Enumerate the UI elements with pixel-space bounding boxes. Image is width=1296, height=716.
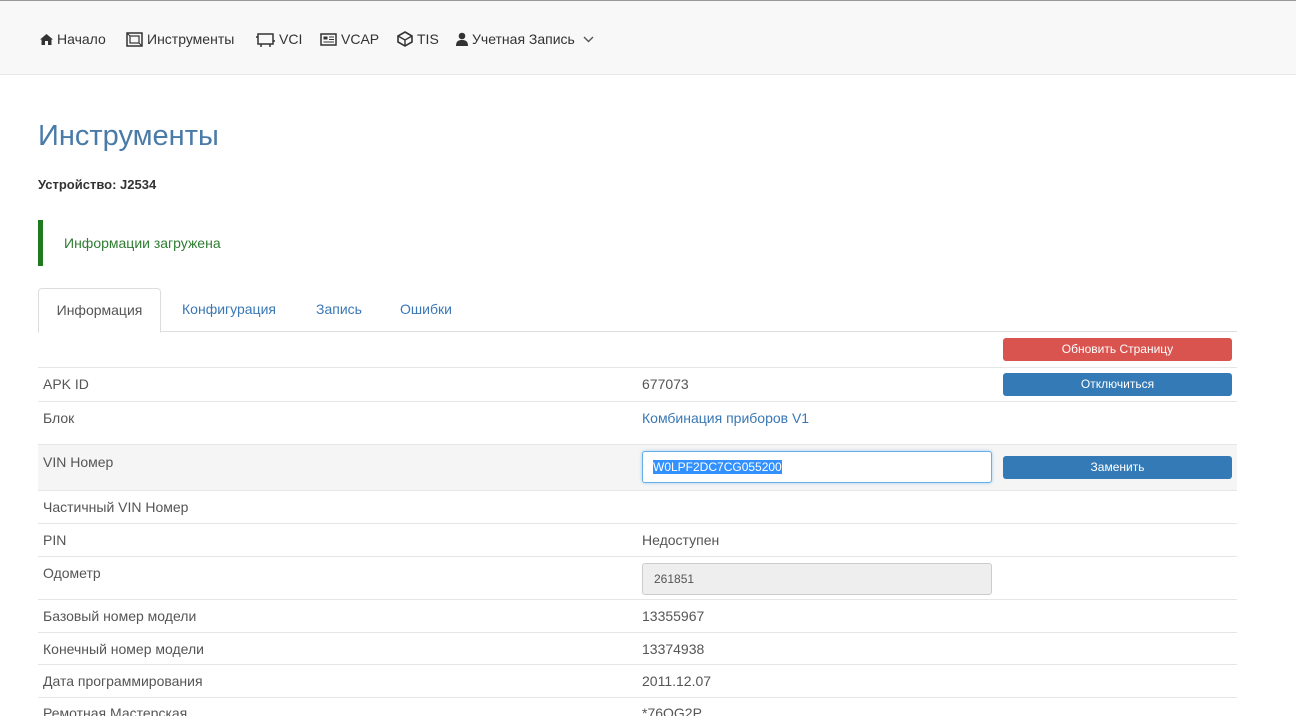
odometer-field: 261851 bbox=[642, 563, 992, 595]
table-row: Дата программирования 2011.12.07 bbox=[38, 664, 1237, 697]
alert-text: Информации загружена bbox=[64, 235, 221, 251]
table-row: Блок Комбинация приборов V1 bbox=[38, 401, 1237, 444]
end-model-label: Конечный номер модели bbox=[43, 641, 204, 657]
prog-date-label: Дата программирования bbox=[43, 673, 203, 689]
workshop-value: *76QG2P bbox=[642, 705, 702, 716]
end-model-value: 13374938 bbox=[642, 641, 705, 657]
vin-input[interactable]: W0LPF2DC7CG055200 bbox=[642, 451, 992, 483]
table-row: Ремотная Мастерская *76QG2P bbox=[38, 697, 1237, 716]
refresh-page-button[interactable]: Обновить Страницу bbox=[1003, 338, 1232, 361]
pin-label: PIN bbox=[43, 532, 67, 548]
table-row: Одометр 261851 bbox=[38, 556, 1237, 599]
success-alert: Информации загружена bbox=[38, 220, 318, 266]
home-icon bbox=[40, 33, 53, 45]
nav-vcap[interactable]: VCAP bbox=[320, 30, 379, 48]
tools-icon bbox=[126, 31, 143, 47]
vin-input-value: W0LPF2DC7CG055200 bbox=[653, 460, 782, 474]
replace-vin-button[interactable]: Заменить bbox=[1003, 456, 1232, 479]
pin-value: Недоступен bbox=[642, 532, 720, 548]
nav-home-label: Начало bbox=[57, 31, 106, 47]
nav-tools-label: Инструменты bbox=[147, 31, 235, 47]
nav-account-label: Учетная Запись bbox=[472, 31, 575, 47]
partial-vin-label: Частичный VIN Номер bbox=[43, 499, 189, 515]
tab-config[interactable]: Конфигурация bbox=[170, 288, 288, 332]
nav-tools[interactable]: Инструменты bbox=[126, 30, 234, 48]
table-row-actions: Обновить Страницу bbox=[38, 332, 1237, 367]
table-row: Конечный номер модели 13374938 bbox=[38, 632, 1237, 664]
top-navbar: Начало Инструменты VCI VCAP TIS Учетная … bbox=[0, 0, 1296, 75]
odometer-label: Одометр bbox=[43, 565, 101, 581]
vci-icon bbox=[256, 32, 275, 47]
workshop-label: Ремотная Мастерская bbox=[43, 705, 188, 716]
nav-vci-label: VCI bbox=[279, 31, 303, 47]
page-title: Инструменты bbox=[38, 120, 219, 152]
tab-errors[interactable]: Ошибки bbox=[388, 288, 464, 332]
tab-record[interactable]: Запись bbox=[304, 288, 374, 332]
nav-vcap-label: VCAP bbox=[341, 31, 380, 47]
vin-label: VIN Номер bbox=[43, 454, 114, 470]
apk-id-label: APK ID bbox=[43, 376, 89, 392]
nav-tis[interactable]: TIS bbox=[397, 30, 439, 48]
chevron-down-icon bbox=[583, 36, 594, 42]
base-model-label: Базовый номер модели bbox=[43, 608, 197, 624]
nav-vci[interactable]: VCI bbox=[256, 30, 302, 48]
cube-icon bbox=[397, 31, 413, 47]
apk-id-value: 677073 bbox=[642, 376, 689, 392]
block-label: Блок bbox=[43, 410, 75, 426]
nav-tis-label: TIS bbox=[417, 31, 439, 47]
user-icon bbox=[456, 32, 468, 46]
table-row: Базовый номер модели 13355967 bbox=[38, 599, 1237, 632]
device-label: Устройство: J2534 bbox=[38, 177, 157, 192]
vcap-icon bbox=[320, 32, 337, 46]
prog-date-value: 2011.12.07 bbox=[642, 673, 712, 689]
tab-info[interactable]: Информация bbox=[38, 288, 161, 333]
disconnect-button[interactable]: Отключиться bbox=[1003, 373, 1232, 396]
base-model-value: 13355967 bbox=[642, 608, 705, 624]
nav-account-dropdown[interactable]: Учетная Запись bbox=[456, 30, 598, 48]
nav-home[interactable]: Начало bbox=[40, 30, 106, 48]
table-row: APK ID 677073 Отключиться bbox=[38, 367, 1237, 401]
table-row-vin: VIN Номер W0LPF2DC7CG055200 Заменить bbox=[38, 444, 1237, 490]
table-row: Частичный VIN Номер bbox=[38, 490, 1237, 523]
table-row: PIN Недоступен bbox=[38, 523, 1237, 556]
tabs-bar: Информация Конфигурация Запись Ошибки bbox=[38, 288, 1237, 333]
block-value-link[interactable]: Комбинация приборов V1 bbox=[642, 410, 809, 426]
